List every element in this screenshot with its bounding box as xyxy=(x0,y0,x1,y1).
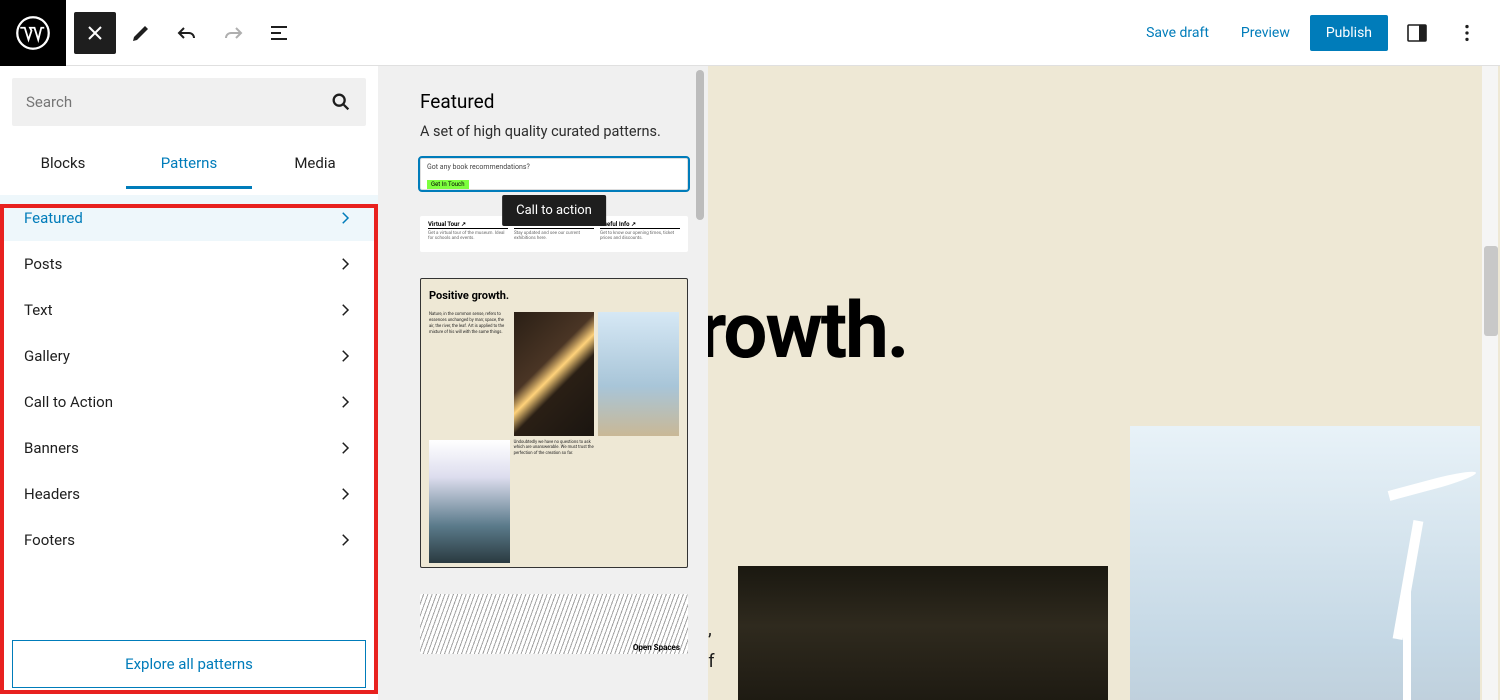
publish-button[interactable]: Publish xyxy=(1310,15,1388,51)
thumb-label: Open Spaces xyxy=(633,643,680,652)
thumb-col-text: Get to know our opening times, ticket pr… xyxy=(600,231,680,242)
explore-patterns-button[interactable]: Explore all patterns xyxy=(12,640,366,688)
block-inserter-panel: Blocks Patterns Media Featured Posts Tex… xyxy=(0,66,378,700)
category-label: Footers xyxy=(24,531,75,549)
settings-sidebar-button[interactable] xyxy=(1396,12,1438,54)
category-label: Posts xyxy=(24,255,62,273)
redo-button[interactable] xyxy=(212,12,254,54)
toolbar-right-group: Save draft Preview Publish xyxy=(1134,0,1500,65)
chevron-right-icon xyxy=(336,485,354,503)
search-icon xyxy=(330,91,352,113)
save-draft-button[interactable]: Save draft xyxy=(1134,17,1221,49)
category-posts[interactable]: Posts xyxy=(0,241,378,287)
wordpress-icon xyxy=(15,15,51,51)
turbine-blade xyxy=(1388,468,1478,501)
thumb-image-cell xyxy=(429,440,510,564)
preview-subheading: A set of high quality curated patterns. xyxy=(420,123,688,140)
thumb-col-text: Get a virtual tour of the museum. Ideal … xyxy=(428,231,508,242)
search-field[interactable] xyxy=(12,78,366,126)
inserter-tabs: Blocks Patterns Media xyxy=(0,138,378,189)
top-toolbar: Save draft Preview Publish xyxy=(0,0,1500,66)
thumb-empty-cell xyxy=(598,440,679,564)
category-gallery[interactable]: Gallery xyxy=(0,333,378,379)
canvas-image-forest[interactable] xyxy=(738,566,1108,700)
thumb-col-text: Stay updated and see our current exhibit… xyxy=(514,231,594,242)
category-text[interactable]: Text xyxy=(0,287,378,333)
kebab-icon xyxy=(1456,22,1478,44)
more-options-button[interactable] xyxy=(1446,12,1488,54)
chevron-right-icon xyxy=(336,531,354,549)
pattern-category-list: Featured Posts Text Gallery Call to Acti… xyxy=(0,189,378,628)
category-featured[interactable]: Featured xyxy=(0,195,378,241)
category-label: Banners xyxy=(24,439,79,457)
undo-button[interactable] xyxy=(166,12,208,54)
thumb-title: Positive growth. xyxy=(429,289,679,302)
pencil-icon xyxy=(129,21,153,45)
preview-heading: Featured xyxy=(420,90,688,113)
toolbar-left-group xyxy=(66,0,308,65)
thumb-image-cell xyxy=(514,312,595,436)
sidebar-toggle-icon xyxy=(1405,21,1429,45)
pattern-thumb-three-columns-images[interactable]: Positive growth. Nature, in the common s… xyxy=(420,278,688,568)
preview-button[interactable]: Preview xyxy=(1229,17,1302,49)
pattern-preview-column: Featured A set of high quality curated p… xyxy=(378,66,708,700)
close-inserter-button[interactable] xyxy=(74,12,116,54)
category-label: Featured xyxy=(24,209,83,227)
chevron-right-icon xyxy=(336,209,354,227)
close-icon xyxy=(83,21,107,45)
category-label: Headers xyxy=(24,485,80,503)
document-overview-button[interactable] xyxy=(258,12,300,54)
thumb-text-cell: Nature, in the common sense, refers to e… xyxy=(429,312,510,436)
thumb-mini-button: Get In Touch xyxy=(427,180,469,189)
tab-blocks[interactable]: Blocks xyxy=(0,138,126,189)
search-input[interactable] xyxy=(26,93,330,111)
list-view-icon xyxy=(267,21,291,45)
thumb-col-heading: Virtual Tour ↗ xyxy=(428,221,508,229)
thumb-image-cell xyxy=(598,312,679,436)
canvas-scrollbar-thumb[interactable] xyxy=(1484,246,1498,336)
chevron-right-icon xyxy=(336,301,354,319)
wordpress-logo[interactable] xyxy=(0,0,66,66)
canvas-image-turbine[interactable] xyxy=(1130,426,1480,700)
tab-patterns[interactable]: Patterns xyxy=(126,138,252,189)
thumb-text: Got any book recommendations? xyxy=(427,163,681,171)
category-label: Call to Action xyxy=(24,393,113,411)
undo-icon xyxy=(175,21,199,45)
category-label: Text xyxy=(24,301,53,319)
thumb-text-cell: Undoubtedly we have no questions to ask … xyxy=(514,440,595,564)
category-label: Gallery xyxy=(24,347,70,365)
category-headers[interactable]: Headers xyxy=(0,471,378,517)
edit-tool-button[interactable] xyxy=(120,12,162,54)
workspace: Blocks Patterns Media Featured Posts Tex… xyxy=(0,66,1500,700)
pattern-tooltip: Call to action xyxy=(502,195,606,226)
tab-media[interactable]: Media xyxy=(252,138,378,189)
chevron-right-icon xyxy=(336,255,354,273)
scrollbar[interactable] xyxy=(696,70,704,220)
chevron-right-icon xyxy=(336,393,354,411)
pattern-thumb-open-spaces[interactable]: Open Spaces xyxy=(420,594,688,654)
pattern-thumb-cta[interactable]: Got any book recommendations? Get In Tou… xyxy=(420,158,688,190)
category-footers[interactable]: Footers xyxy=(0,517,378,563)
redo-icon xyxy=(221,21,245,45)
canvas-scrollbar-track[interactable] xyxy=(1482,66,1498,700)
editor-canvas[interactable]: rowth. e a g, of xyxy=(708,66,1500,700)
chevron-right-icon xyxy=(336,347,354,365)
category-banners[interactable]: Banners xyxy=(0,425,378,471)
category-cta[interactable]: Call to Action xyxy=(0,379,378,425)
thumb-col-heading: Useful Info ↗ xyxy=(600,221,680,229)
canvas-heading[interactable]: rowth. xyxy=(708,286,907,377)
chevron-right-icon xyxy=(336,439,354,457)
